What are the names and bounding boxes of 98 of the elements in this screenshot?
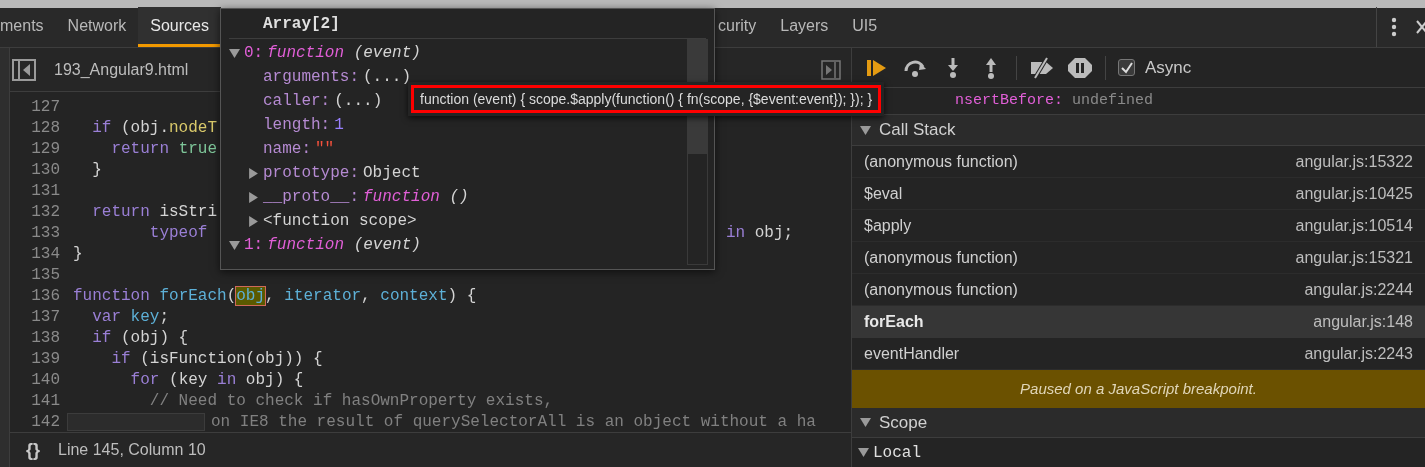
code-line: var key;	[91, 306, 170, 328]
deactivate-breakpoints-icon[interactable]	[1029, 56, 1055, 79]
property-value: ""	[315, 139, 335, 160]
code-line: for (key in obj) {	[129, 369, 304, 391]
code-line: return isStri	[91, 201, 218, 223]
collapsed-triangle-icon[interactable]	[248, 167, 259, 179]
code-line: typeof	[148, 222, 208, 244]
code-line: }	[73, 243, 83, 265]
panel-tab[interactable]: UI5	[852, 7, 902, 47]
call-frame[interactable]: forEach angular.js:148	[852, 306, 1425, 338]
call-stack-header[interactable]: Call Stack	[852, 114, 1425, 146]
scope-title: Local	[873, 442, 921, 464]
line-number: 131	[30, 180, 61, 202]
property-key: arguments:	[263, 65, 359, 89]
tooltip-text: function (event) { scope.$apply(function() { fn(scope, {$event:event}); }); }	[420, 89, 873, 109]
expanded-triangle-icon[interactable]	[860, 124, 871, 136]
section-title: Scope	[879, 411, 928, 434]
property-value: function (event)	[267, 235, 421, 256]
async-checkbox[interactable]	[1118, 59, 1135, 76]
line-number: 142	[30, 411, 61, 432]
property-value[interactable]: (...)	[334, 89, 383, 113]
property-key: __proto__:	[263, 185, 359, 209]
source-location[interactable]: angular.js:10514	[1295, 213, 1413, 238]
property-key: prototype:	[263, 161, 359, 185]
scope-header[interactable]: Scope	[852, 408, 1425, 438]
panel-tab[interactable]: Network	[55, 7, 139, 47]
code-line: }	[91, 159, 102, 181]
property-value: Object	[363, 163, 421, 184]
line-number: 130	[30, 159, 61, 181]
function-name: eventHandler	[864, 343, 960, 364]
code-line: if (obj) {	[91, 327, 189, 349]
line-number: 134	[30, 243, 61, 265]
line-number: 141	[30, 390, 61, 412]
collapsed-triangle-icon[interactable]	[248, 191, 259, 203]
source-location[interactable]: angular.js:148	[1313, 310, 1413, 334]
line-number: 133	[30, 222, 61, 244]
source-location[interactable]: angular.js:2244	[1304, 277, 1413, 302]
checkmark-icon	[1120, 61, 1133, 74]
property-value: function (event)	[267, 43, 421, 64]
line-number: 137	[30, 306, 61, 328]
line-number: 129	[30, 138, 61, 160]
line-number: 139	[30, 348, 61, 370]
expanded-triangle-icon[interactable]	[860, 417, 871, 428]
pretty-print-button[interactable]: {}	[26, 436, 40, 464]
sidebar-toggle-icon[interactable]	[12, 58, 36, 81]
source-location[interactable]: angular.js:15322	[1295, 149, 1413, 174]
code-line: return true	[110, 138, 218, 160]
function-name: forEach	[864, 312, 924, 332]
panel-tab[interactable]: Sources	[138, 7, 221, 47]
code-line: if (isFunction(obj)) {	[110, 348, 323, 370]
property-key: name:	[263, 137, 311, 161]
expanded-triangle-icon[interactable]	[229, 239, 240, 251]
line-number: 140	[30, 369, 61, 391]
source-location[interactable]: angular.js:15321	[1295, 245, 1413, 270]
code-line: if (obj.nodeT	[91, 117, 218, 139]
panel-tab[interactable]: ments	[0, 7, 56, 47]
code-line: in obj;	[725, 222, 794, 244]
property-value: function ()	[363, 187, 469, 208]
line-number: 127	[30, 96, 61, 118]
property-key: 1:	[244, 233, 264, 257]
property-value: 1	[334, 115, 344, 136]
line-number: 136	[30, 285, 61, 307]
section-title: Call Stack	[879, 119, 956, 142]
close-icon[interactable]	[1415, 19, 1425, 35]
collapsed-triangle-icon[interactable]	[248, 215, 259, 227]
line-number: 128	[30, 117, 61, 139]
expanded-triangle-icon[interactable]	[858, 447, 869, 458]
property-key: nsertBefore:	[955, 89, 1064, 113]
source-location[interactable]: angular.js:10425	[1295, 181, 1413, 206]
code-line: // Need to check if hasOwnProperty exists,	[148, 390, 554, 412]
function-name: (anonymous function)	[864, 247, 1018, 268]
panel-tab[interactable]: Layers	[780, 7, 853, 47]
panel-tab[interactable]: curity	[718, 7, 781, 47]
function-name: $eval	[864, 183, 903, 204]
pause-icon[interactable]	[1067, 56, 1093, 79]
function-name: $apply	[864, 215, 912, 236]
line-number: 132	[30, 201, 61, 223]
line-number: 135	[30, 264, 61, 286]
async-label: Async	[1145, 56, 1192, 79]
code-line: on IE8 the result of querySelectorAll is an object without a ha	[211, 411, 816, 432]
expanded-triangle-icon[interactable]	[229, 47, 240, 59]
line-number: 138	[30, 327, 61, 349]
file-tab[interactable]: 193_Angular9.html	[54, 57, 189, 82]
sidebar-toggle-icon[interactable]	[821, 59, 841, 80]
popover-title: Array[2]	[263, 13, 340, 35]
paused-banner: Paused on a JavaScript breakpoint.	[852, 370, 1425, 408]
more-options-icon[interactable]	[1391, 17, 1397, 37]
tree-label[interactable]: <function scope>	[263, 209, 417, 233]
property-key: 0:	[244, 41, 264, 65]
property-value: undefined	[1071, 90, 1154, 111]
property-value[interactable]: (...)	[363, 65, 412, 89]
code-line: function forEach(obj, iterator, context) {	[73, 285, 477, 307]
function-name: (anonymous function)	[864, 151, 1018, 172]
cursor-position: Line 145, Column 10	[58, 440, 206, 460]
source-location[interactable]: angular.js:2243	[1304, 341, 1413, 366]
function-name: (anonymous function)	[864, 279, 1018, 300]
property-key: length:	[263, 113, 331, 137]
property-key: caller:	[263, 89, 331, 113]
